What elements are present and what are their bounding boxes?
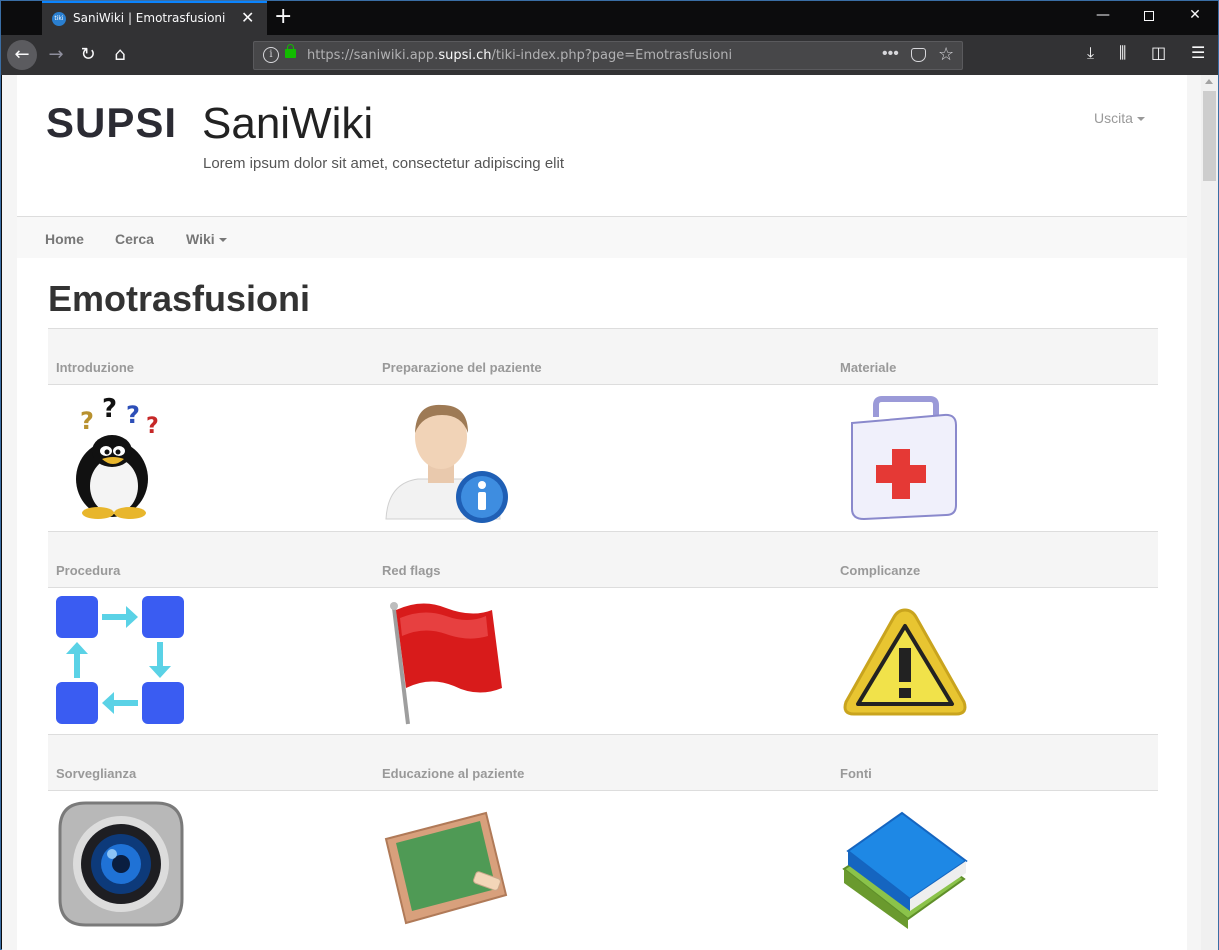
section-title[interactable]: Materiale xyxy=(840,360,896,375)
section-title[interactable]: Red flags xyxy=(382,563,441,578)
url-domain: supsi.ch xyxy=(438,48,492,63)
forward-button[interactable]: → xyxy=(41,40,71,70)
svg-text:?: ? xyxy=(102,394,117,424)
browser-tab[interactable]: tiki SaniWiki | Emotrasfusioni ✕ xyxy=(42,1,267,35)
caret-down-icon xyxy=(218,238,227,243)
maximize-button[interactable] xyxy=(1139,7,1159,27)
nav-wiki-label: Wiki xyxy=(186,231,215,247)
user-menu-label: Uscita xyxy=(1094,110,1133,126)
red-flag-icon[interactable] xyxy=(382,596,512,726)
close-window-button[interactable]: ✕ xyxy=(1185,7,1205,27)
nav-wiki-dropdown[interactable]: Wiki xyxy=(186,231,227,247)
scroll-thumb[interactable] xyxy=(1203,91,1216,181)
section-title[interactable]: Educazione al paziente xyxy=(382,766,524,781)
bookmark-star-icon[interactable]: ☆ xyxy=(938,44,954,65)
nav-cerca-link[interactable]: Cerca xyxy=(115,231,154,247)
address-bar[interactable]: i https://saniwiki.app.supsi.ch/tiki-ind… xyxy=(253,41,963,70)
sidebar-icon[interactable]: ◫ xyxy=(1151,43,1166,62)
svg-text:?: ? xyxy=(126,401,140,429)
page-container: SUPSI SaniWiki Lorem ipsum dolor sit ame… xyxy=(17,75,1187,950)
books-icon[interactable] xyxy=(840,799,970,929)
section-title[interactable]: Complicanze xyxy=(840,563,920,578)
browser-window: tiki SaniWiki | Emotrasfusioni ✕ + — ✕ ←… xyxy=(0,0,1219,950)
user-menu-dropdown[interactable]: Uscita xyxy=(1094,110,1145,126)
penguin-question-icon[interactable]: ? ? ? ? xyxy=(56,393,186,523)
section-title[interactable]: Introduzione xyxy=(56,360,134,375)
chalkboard-icon[interactable] xyxy=(382,799,512,929)
section-title[interactable]: Sorveglianza xyxy=(56,766,136,781)
grid-row-icons xyxy=(48,791,1158,937)
menu-icon[interactable]: ☰ xyxy=(1191,43,1205,62)
home-button[interactable]: ⌂ xyxy=(105,40,135,70)
tab-title: SaniWiki | Emotrasfusioni xyxy=(73,11,226,25)
page-title: Emotrasfusioni xyxy=(48,278,311,319)
warning-icon[interactable] xyxy=(840,596,970,726)
supsi-logo[interactable]: SUPSI xyxy=(46,99,177,147)
page-actions-icon[interactable]: ••• xyxy=(882,45,899,63)
main-navbar: Home Cerca Wiki xyxy=(17,216,1187,258)
section-title[interactable]: Procedura xyxy=(56,563,120,578)
section-title[interactable]: Fonti xyxy=(840,766,872,781)
svg-text:?: ? xyxy=(80,407,94,435)
info-icon[interactable]: i xyxy=(263,47,279,63)
pocket-icon[interactable] xyxy=(911,48,926,62)
first-aid-kit-icon[interactable] xyxy=(840,393,970,523)
maximize-icon xyxy=(1144,11,1154,21)
tab-strip: tiki SaniWiki | Emotrasfusioni ✕ + — ✕ xyxy=(1,1,1218,35)
new-tab-button[interactable]: + xyxy=(274,4,292,29)
user-info-icon[interactable] xyxy=(382,393,512,523)
back-button[interactable]: ← xyxy=(7,40,37,70)
url-path: /tiki-index.php?page=Emotrasfusioni xyxy=(491,48,733,63)
library-icon[interactable]: ⫼ xyxy=(1119,43,1126,63)
site-subtitle: Lorem ipsum dolor sit amet, consectetur … xyxy=(203,155,564,172)
scroll-up-icon[interactable] xyxy=(1205,79,1213,84)
grid-row-header: Sorveglianza Educazione al paziente Font… xyxy=(48,734,1158,791)
url-text[interactable]: https://saniwiki.app.supsi.ch/tiki-index… xyxy=(307,48,732,63)
nav-toolbar: ← → ↻ ⌂ i https://saniwiki.app.supsi.ch/… xyxy=(1,35,1218,75)
close-tab-icon[interactable]: ✕ xyxy=(241,8,254,27)
camera-icon[interactable] xyxy=(56,799,186,929)
grid-row-icons: ? ? ? ? xyxy=(48,385,1158,531)
sections-grid: Introduzione Preparazione del paziente M… xyxy=(48,328,1158,937)
vertical-scrollbar[interactable] xyxy=(1201,75,1218,950)
svg-text:?: ? xyxy=(146,414,159,439)
site-title[interactable]: SaniWiki xyxy=(202,99,373,149)
lock-icon xyxy=(285,44,296,58)
caret-down-icon xyxy=(1136,117,1145,122)
process-flow-icon[interactable] xyxy=(56,596,186,726)
grid-row-icons xyxy=(48,588,1158,734)
tiki-favicon-icon: tiki xyxy=(52,12,66,26)
minimize-button[interactable]: — xyxy=(1093,7,1113,27)
reload-button[interactable]: ↻ xyxy=(73,40,103,70)
url-prefix: https://saniwiki.app. xyxy=(307,48,439,63)
section-title[interactable]: Preparazione del paziente xyxy=(382,360,542,375)
nav-home-link[interactable]: Home xyxy=(45,231,84,247)
page-viewport: SUPSI SaniWiki Lorem ipsum dolor sit ame… xyxy=(2,75,1201,950)
grid-row-header: Introduzione Preparazione del paziente M… xyxy=(48,328,1158,385)
grid-row-header: Procedura Red flags Complicanze xyxy=(48,531,1158,588)
download-icon[interactable]: ⤓ xyxy=(1087,43,1094,63)
